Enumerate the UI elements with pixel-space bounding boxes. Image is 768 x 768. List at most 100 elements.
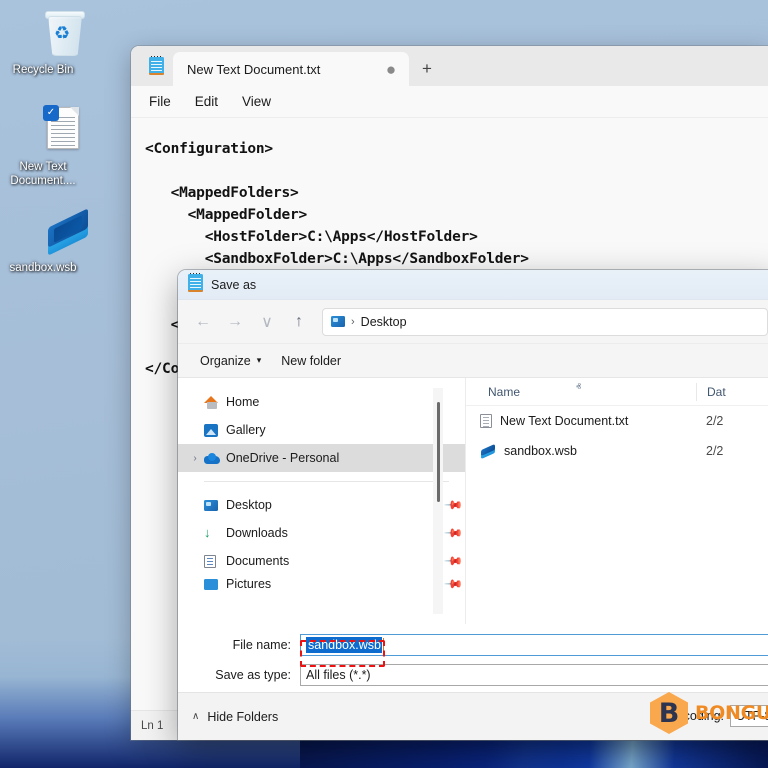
save-as-dialog: Save as ← → ∨ ↑ › Desktop Organize ▾ New…	[178, 270, 768, 740]
file-list: Name ⱏ Dat New Text Document.txt 2/2 san…	[465, 378, 768, 624]
hide-folders-label: Hide Folders	[207, 709, 279, 724]
notepad-icon	[188, 272, 203, 295]
notepad-menu-bar: File Edit View	[131, 86, 768, 118]
gallery-icon	[204, 423, 226, 437]
sidebar-item-downloads[interactable]: ↓ Downloads 📌	[178, 519, 465, 547]
home-icon	[204, 395, 226, 409]
sidebar-scrollbar[interactable]	[433, 388, 443, 614]
file-name-value: sandbox.wsb	[306, 637, 382, 653]
sidebar-item-label: Home	[226, 395, 260, 409]
column-header-name-label: Name	[488, 384, 521, 399]
menu-edit[interactable]: Edit	[183, 90, 230, 113]
sidebar-item-documents[interactable]: Documents 📌	[178, 547, 465, 575]
notepad-tab[interactable]: New Text Document.txt ●	[173, 52, 409, 86]
save-as-bottom-bar: ∧ Hide Folders Encoding: UTF-8	[178, 692, 768, 740]
pin-icon[interactable]: 📌	[441, 492, 465, 517]
unsaved-changes-dot-icon[interactable]: ●	[379, 57, 403, 81]
expand-chevron-icon[interactable]: ›	[186, 453, 204, 464]
hide-folders-button[interactable]: ∧ Hide Folders	[192, 710, 278, 724]
sidebar-divider	[204, 481, 449, 482]
sidebar-item-pictures[interactable]: Pictures 📌	[178, 575, 465, 593]
save-as-type-value: All files (*.*)	[306, 668, 371, 682]
recycle-bin-icon: ♻	[0, 8, 86, 60]
encoding-group: Encoding: UTF-8	[668, 705, 768, 727]
back-icon[interactable]: ←	[188, 307, 218, 337]
column-header-date[interactable]: Dat	[696, 382, 726, 401]
sidebar-item-label: Documents	[226, 554, 290, 568]
desktop-icon-recycle-bin[interactable]: ♻ Recycle Bin	[0, 8, 86, 78]
sidebar-item-gallery[interactable]: Gallery	[178, 416, 465, 444]
desktop-icon-label: New Text Document....	[10, 161, 76, 187]
text-file-icon	[480, 414, 492, 428]
recent-locations-chevron-down-icon[interactable]: ∨	[252, 307, 282, 337]
up-one-level-icon[interactable]: ↑	[284, 307, 314, 337]
sidebar-item-home[interactable]: Home	[178, 388, 465, 416]
file-list-row[interactable]: sandbox.wsb 2/2	[466, 436, 768, 466]
save-as-title-text: Save as	[211, 277, 257, 292]
file-date: 2/2	[706, 444, 724, 458]
encoding-select[interactable]: UTF-8	[730, 705, 768, 727]
downloads-icon: ↓	[204, 524, 211, 540]
file-name-label: File name:	[232, 638, 291, 652]
organize-label: Organize	[200, 353, 251, 368]
save-as-title-bar: Save as	[178, 270, 768, 300]
file-date: 2/2	[706, 414, 724, 428]
navigation-sidebar: Home Gallery › OneDrive - Personal Deskt…	[178, 378, 465, 624]
save-as-body: Home Gallery › OneDrive - Personal Deskt…	[178, 378, 768, 624]
sidebar-item-onedrive-personal[interactable]: › OneDrive - Personal	[178, 444, 465, 472]
documents-icon	[204, 554, 226, 568]
save-as-type-label: Save as type:	[215, 668, 291, 682]
save-as-type-select[interactable]: All files (*.*)	[300, 664, 768, 686]
sidebar-item-label: Gallery	[226, 423, 266, 437]
forward-icon[interactable]: →	[220, 307, 250, 337]
sidebar-item-label: Desktop	[226, 498, 272, 512]
desktop-icon-label: sandbox.wsb	[9, 262, 77, 274]
pictures-icon	[204, 578, 226, 590]
cursor-position-label: Ln 1	[141, 719, 164, 732]
new-tab-button[interactable]: +	[409, 52, 445, 86]
sidebar-scrollbar-thumb[interactable]	[437, 402, 440, 502]
encoding-label: Encoding:	[668, 709, 724, 723]
file-list-column-headers: Name ⱏ Dat	[466, 378, 768, 406]
save-as-nav-bar: ← → ∨ ↑ › Desktop	[178, 300, 768, 344]
breadcrumb-separator-icon: ›	[351, 315, 355, 328]
save-as-type-row: Save as type: All files (*.*)	[178, 662, 768, 688]
save-as-command-bar: Organize ▾ New folder	[178, 344, 768, 378]
sidebar-item-label: Pictures	[226, 577, 272, 591]
desktop-icon	[204, 499, 226, 511]
address-bar[interactable]: › Desktop	[322, 307, 768, 336]
file-list-row[interactable]: New Text Document.txt 2/2	[466, 406, 768, 436]
sidebar-item-label: Downloads	[226, 526, 288, 540]
pin-icon	[446, 394, 462, 410]
menu-view[interactable]: View	[230, 90, 283, 113]
organize-button[interactable]: Organize ▾	[200, 354, 261, 368]
notepad-tab-strip: New Text Document.txt ● +	[131, 46, 768, 86]
column-header-name[interactable]: Name ⱏ	[466, 381, 696, 399]
file-name-input[interactable]: sandbox.wsb	[300, 634, 768, 656]
breadcrumb-path[interactable]: Desktop	[361, 315, 407, 329]
sort-ascending-icon: ⱏ	[576, 381, 581, 393]
sidebar-item-desktop[interactable]: Desktop 📌	[178, 491, 465, 519]
file-name-row: File name: sandbox.wsb	[178, 632, 768, 658]
save-as-form: File name: sandbox.wsb Save as type: All…	[178, 624, 768, 692]
pin-icon	[446, 450, 462, 466]
notepad-tab-title: New Text Document.txt	[187, 61, 321, 77]
wsb-sandbox-icon	[0, 206, 88, 258]
chevron-down-icon: ▾	[256, 355, 262, 365]
desktop-icon	[331, 316, 345, 327]
notepad-icon	[139, 46, 173, 86]
new-folder-button[interactable]: New folder	[281, 354, 341, 368]
pin-icon[interactable]: 📌	[441, 575, 465, 593]
wsb-file-icon	[480, 443, 496, 459]
desktop-icon-label: Recycle Bin	[12, 64, 74, 76]
text-caret	[382, 637, 384, 653]
menu-file[interactable]: File	[137, 90, 183, 113]
desktop-icon-new-text-document[interactable]: ✓ New Text Document....	[0, 105, 86, 188]
desktop-icon-sandbox-wsb[interactable]: sandbox.wsb	[0, 206, 88, 276]
text-document-icon: ✓	[0, 105, 86, 157]
file-name: sandbox.wsb	[504, 444, 577, 458]
onedrive-icon	[204, 452, 226, 464]
pin-icon[interactable]: 📌	[441, 548, 465, 573]
pin-icon[interactable]: 📌	[441, 520, 465, 545]
pin-icon	[446, 422, 462, 438]
